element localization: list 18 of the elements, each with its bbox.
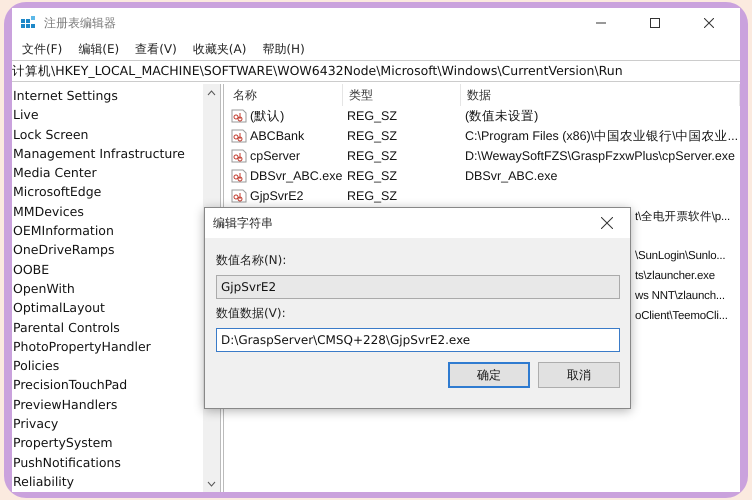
value-type-cell-text: REG_SZ — [346, 149, 398, 163]
field-label: 数值数据(V): — [216, 305, 287, 322]
value-data-cell: \SunLogin\Sunlo... — [635, 250, 726, 262]
value-data-cell: ws NNT\zlaunch... — [635, 290, 725, 302]
window-title: 注册表编辑器 — [44, 14, 117, 32]
value-data-cell: oClient\TeemoCli... — [635, 310, 728, 322]
value-type-cell-text: REG_SZ — [346, 169, 398, 183]
value-data-cell: ts\zlauncher.exe — [635, 270, 715, 282]
value-data-cell-text: D:\WewaySoftFZS\GraspFzxwPlus\cpServer.exe — [464, 149, 736, 163]
value-type-cell-text: REG_SZ — [346, 109, 398, 123]
value-data-cell-text: DBSvr_ABC.exe — [464, 169, 558, 183]
value-data-cell-text: C:\Program Files (x86)\中国农业银行\中国农业... — [464, 128, 740, 144]
value-type-cell-text: REG_SZ — [346, 189, 398, 203]
value-data-cell-text: t\全电开票软件\p... — [635, 210, 730, 224]
field-label: 数值名称(N): — [216, 252, 288, 269]
value-type-cell-text: REG_SZ — [346, 129, 398, 143]
dialog-title: 编辑字符串 — [213, 214, 274, 232]
value-data-cell-text: (数值未设置) — [464, 108, 540, 124]
